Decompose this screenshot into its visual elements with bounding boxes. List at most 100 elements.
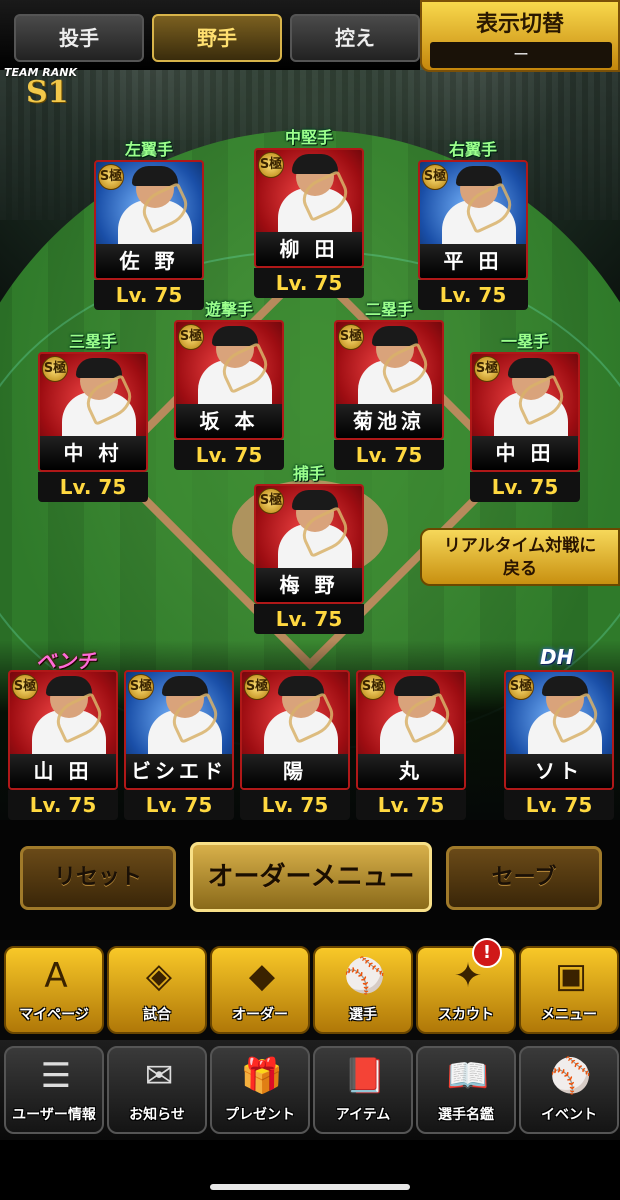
player-cap (132, 166, 178, 186)
tab-reserve[interactable]: 控え (290, 14, 420, 62)
player-level: Lv. 75 (504, 790, 614, 820)
player-cap (46, 676, 92, 696)
sub-nav-item-label: プレゼント (225, 1107, 295, 1123)
fielder-card-0[interactable]: S極佐 野 (94, 160, 204, 280)
player-cap (212, 326, 258, 346)
sub-nav-item-label: お知らせ (129, 1107, 185, 1123)
tab-fielder[interactable]: 野手 (152, 14, 282, 62)
player-level: Lv. 75 (356, 790, 466, 820)
rarity-gem-icon: S極 (258, 152, 284, 178)
home-indicator[interactable] (210, 1184, 410, 1190)
main-nav-item-2[interactable]: ◆ オーダー (210, 946, 310, 1034)
order-menu-button[interactable]: オーダーメニュー (190, 842, 432, 912)
position-label: 左翼手 (124, 140, 173, 159)
player-name: 中 村 (40, 436, 146, 470)
player-cap (456, 166, 502, 186)
bench-card-1[interactable]: S極 ビシエド (124, 670, 234, 790)
bench-card-4[interactable]: S極 ソト (504, 670, 614, 790)
bench-card-3[interactable]: S極丸 (356, 670, 466, 790)
bench-card-2[interactable]: S極陽 (240, 670, 350, 790)
bench-card-0[interactable]: S極山 田 (8, 670, 118, 790)
rarity-gem-icon: S極 (244, 674, 270, 700)
main-nav-item-label: メニュー (541, 1007, 597, 1023)
player-name: 丸 (358, 754, 464, 788)
rarity-gem-icon: S極 (178, 324, 204, 350)
player-level: Lv. 75 (124, 790, 234, 820)
sub-nav-bar: ☰ ユーザー情報 ✉ お知らせ 🎁 プレゼント 📕 アイテム 📖 選手名鑑 ⚾ イベント (0, 1040, 620, 1140)
rarity-gem-icon: S極 (508, 674, 534, 700)
team-rank: TEAM RANK S1 (4, 66, 94, 122)
sub-nav-item-5[interactable]: ⚾ イベント (519, 1046, 619, 1134)
main-nav-item-icon: ◆ (248, 956, 276, 996)
sub-nav-item-icon: 🎁 (240, 1056, 284, 1096)
main-nav-item-3[interactable]: ⚾ 選手 (313, 946, 413, 1034)
player-name: 佐 野 (96, 244, 202, 278)
player-name: 柳 田 (256, 232, 362, 266)
rarity-gem-icon: S極 (338, 324, 364, 350)
rarity-gem-icon: S極 (258, 488, 284, 514)
player-name: 平 田 (420, 244, 526, 278)
player-name: 中 田 (472, 436, 578, 470)
player-cap (372, 326, 418, 346)
fielder-card-3[interactable]: S極坂 本 (174, 320, 284, 440)
sub-nav-item-label: アイテム (335, 1107, 391, 1123)
sub-nav-item-label: ユーザー情報 (12, 1107, 96, 1123)
position-label: 一塁手 (500, 332, 549, 351)
reset-button[interactable]: リセット (20, 846, 176, 910)
position-label: 捕手 (292, 464, 325, 483)
player-name: 陽 (242, 754, 348, 788)
player-cap (278, 676, 324, 696)
main-nav-item-1[interactable]: ◈ 試合 (107, 946, 207, 1034)
position-label: 三塁手 (68, 332, 117, 351)
fielder-card-7[interactable]: S極梅 野 (254, 484, 364, 604)
sub-nav-item-label: 選手名鑑 (438, 1107, 494, 1123)
sub-nav-item-3[interactable]: 📕 アイテム (313, 1046, 413, 1134)
player-name: 山 田 (10, 754, 116, 788)
sub-nav-item-0[interactable]: ☰ ユーザー情報 (4, 1046, 104, 1134)
player-cap (76, 358, 122, 378)
player-cap (542, 676, 588, 696)
return-to-realtime-battle-button[interactable]: リアルタイム対戦に 戻る (420, 528, 620, 586)
rarity-gem-icon: S極 (360, 674, 386, 700)
fielder-card-6[interactable]: S極中 田 (470, 352, 580, 472)
fielder-card-4[interactable]: S極菊池涼 (334, 320, 444, 440)
main-nav-item-label: スカウト (438, 1007, 494, 1023)
player-level: Lv. 75 (254, 604, 364, 634)
rarity-gem-icon: S極 (128, 674, 154, 700)
main-nav-item-label: オーダー (232, 1007, 288, 1023)
sub-nav-item-1[interactable]: ✉ お知らせ (107, 1046, 207, 1134)
sub-nav-item-2[interactable]: 🎁 プレゼント (210, 1046, 310, 1134)
main-nav-item-5[interactable]: ▣ メニュー (519, 946, 619, 1034)
sub-nav-item-4[interactable]: 📖 選手名鑑 (416, 1046, 516, 1134)
player-name: 坂 本 (176, 404, 282, 438)
fielder-card-1[interactable]: S極柳 田 (254, 148, 364, 268)
display-switch-value: ー (430, 42, 612, 68)
dh-label: DH (540, 645, 574, 669)
tab-pitcher[interactable]: 投手 (14, 14, 144, 62)
display-switch-button[interactable]: 表示切替 ー (420, 0, 620, 72)
player-name: 菊池涼 (336, 404, 442, 438)
order-action-bar: リセット オーダーメニュー セーブ (0, 820, 620, 940)
main-nav-item-4[interactable]: ✦ スカウト (416, 946, 516, 1034)
rarity-gem-icon: S極 (474, 356, 500, 382)
fielder-card-2[interactable]: S極平 田 (418, 160, 528, 280)
main-nav-item-0[interactable]: A マイページ (4, 946, 104, 1034)
player-cap (292, 490, 338, 510)
main-nav-item-icon: ◈ (145, 956, 173, 996)
sub-nav-item-icon: 📖 (446, 1056, 490, 1096)
main-nav-item-icon: A (44, 956, 68, 996)
rarity-gem-icon: S極 (422, 164, 448, 190)
player-cap (292, 154, 338, 174)
return-button-line2: 戻る (503, 559, 537, 579)
save-button[interactable]: セーブ (446, 846, 602, 910)
position-label: 中堅手 (284, 128, 333, 147)
main-nav-bar: A マイページ ◈ 試合 ◆ オーダー ⚾ 選手 ✦ スカウト ▣ メニュー (0, 940, 620, 1040)
rarity-gem-icon: S極 (98, 164, 124, 190)
rarity-gem-icon: S極 (12, 674, 38, 700)
rarity-gem-icon: S極 (42, 356, 68, 382)
sub-nav-item-icon: ☰ (40, 1056, 72, 1096)
main-nav-item-icon: ⚾ (343, 956, 387, 996)
fielder-card-5[interactable]: S極中 村 (38, 352, 148, 472)
sub-nav-item-icon: 📕 (343, 1056, 387, 1096)
scout-notification-badge: ! (472, 938, 502, 968)
